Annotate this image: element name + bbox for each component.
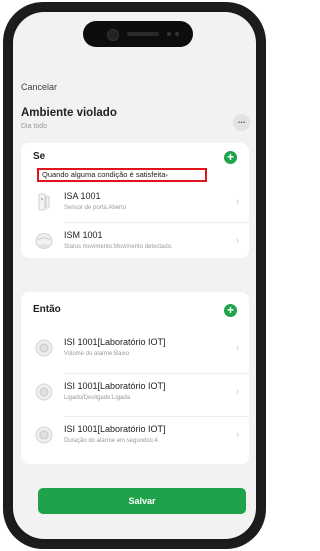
device-name: ISI 1001[Laboratório IOT] — [64, 424, 166, 434]
condition-mode-label: Quando alguma condição é satisfeita — [42, 170, 166, 179]
condition-card: Se + Quando alguma condição é satisfeita… — [21, 143, 249, 258]
device-name: ISI 1001[Laboratório IOT] — [64, 337, 166, 347]
device-condition: Status movimento:Movimento detectado. — [64, 244, 173, 250]
action-item[interactable]: ISI 1001[Laboratório IOT] Ligado/Desliga… — [21, 374, 249, 412]
condition-mode-selector[interactable]: Quando alguma condição é satisfeita▾ — [37, 168, 207, 182]
camera-icon — [107, 29, 119, 41]
condition-card-title: Se — [33, 151, 46, 162]
action-card: Então + ISI 1001[Laboratório IOT] Volume… — [21, 292, 249, 464]
door-sensor-icon — [35, 193, 53, 211]
chevron-right-icon: › — [236, 196, 239, 206]
add-action-button[interactable]: + — [224, 304, 237, 317]
action-item[interactable]: ISI 1001[Laboratório IOT] Volume do alar… — [21, 330, 249, 368]
device-action: Ligado/Desligado:Ligada — [64, 395, 131, 401]
condition-item[interactable]: ISA 1001 Sensor de porta:Aberto › — [21, 184, 249, 222]
action-item[interactable]: ISI 1001[Laboratório IOT] Duração do ala… — [21, 417, 249, 455]
phone-frame: Cancelar Ambiente violado Dia todo ... S… — [3, 2, 266, 549]
motion-sensor-icon — [35, 232, 53, 250]
sensor-icon — [175, 32, 179, 36]
page-subtitle: Dia todo — [21, 123, 48, 130]
speaker-icon — [127, 32, 159, 36]
chevron-right-icon: › — [236, 342, 239, 352]
siren-icon — [35, 339, 53, 357]
caret-down-icon: ▾ — [165, 173, 168, 179]
device-name: ISM 1001 — [64, 230, 103, 240]
sensor-icon — [167, 32, 171, 36]
chevron-right-icon: › — [236, 386, 239, 396]
cancel-button[interactable]: Cancelar — [21, 82, 57, 92]
chevron-right-icon: › — [236, 235, 239, 245]
app-screen: Cancelar Ambiente violado Dia todo ... S… — [13, 12, 256, 539]
camera-notch — [83, 21, 193, 47]
page-title: Ambiente violado — [21, 107, 117, 119]
more-options-button[interactable]: ... — [233, 114, 250, 131]
device-condition: Sensor de porta:Aberto — [64, 205, 127, 211]
siren-icon — [35, 383, 53, 401]
siren-icon — [35, 426, 53, 444]
add-condition-button[interactable]: + — [224, 151, 237, 164]
save-button[interactable]: Salvar — [38, 488, 246, 514]
device-action: Volume do alarme:Baixo — [64, 351, 130, 357]
device-name: ISA 1001 — [64, 191, 101, 201]
condition-item[interactable]: ISM 1001 Status movimento:Movimento dete… — [21, 223, 249, 261]
device-name: ISI 1001[Laboratório IOT] — [64, 381, 166, 391]
device-action: Duração do alarme em segundos:4. — [64, 438, 160, 444]
chevron-right-icon: › — [236, 429, 239, 439]
phone-bezel: Cancelar Ambiente violado Dia todo ... S… — [10, 9, 259, 542]
action-card-title: Então — [33, 304, 61, 315]
